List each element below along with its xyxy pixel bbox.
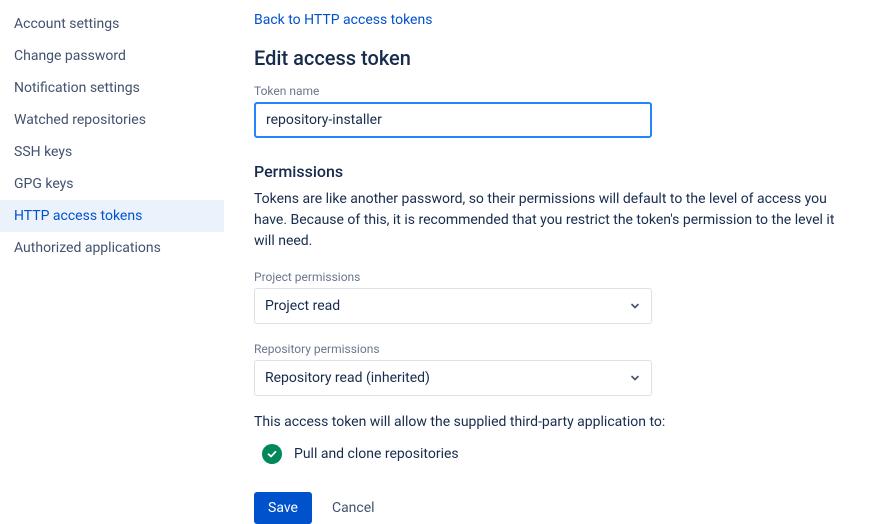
allow-text: This access token will allow the supplie… (254, 414, 874, 430)
sidebar-item-watched-repositories[interactable]: Watched repositories (0, 104, 224, 136)
page-title: Edit access token (254, 46, 874, 70)
sidebar-item-gpg-keys[interactable]: GPG keys (0, 168, 224, 200)
permission-row: Pull and clone repositories (254, 444, 874, 464)
project-permissions-value: Project read (265, 298, 340, 314)
main-content: Back to HTTP access tokens Edit access t… (224, 0, 874, 507)
permissions-description: Tokens are like another password, so the… (254, 189, 854, 252)
check-circle-icon (262, 444, 282, 464)
chevron-down-icon (629, 372, 641, 384)
sidebar-item-authorized-applications[interactable]: Authorized applications (0, 232, 224, 264)
sidebar-item-account-settings[interactable]: Account settings (0, 8, 224, 40)
button-row: Save Cancel (254, 492, 874, 524)
repository-permissions-value: Repository read (inherited) (265, 370, 430, 386)
sidebar-item-change-password[interactable]: Change password (0, 40, 224, 72)
sidebar-item-notification-settings[interactable]: Notification settings (0, 72, 224, 104)
sidebar-item-http-access-tokens[interactable]: HTTP access tokens (0, 200, 224, 232)
sidebar-item-ssh-keys[interactable]: SSH keys (0, 136, 224, 168)
cancel-button[interactable]: Cancel (332, 500, 375, 516)
chevron-down-icon (629, 300, 641, 312)
token-name-input[interactable] (254, 102, 652, 138)
save-button[interactable]: Save (254, 492, 312, 524)
project-permissions-select[interactable]: Project read (254, 288, 652, 324)
repository-permissions-label: Repository permissions (254, 342, 874, 356)
permission-item-text: Pull and clone repositories (294, 446, 459, 462)
back-link[interactable]: Back to HTTP access tokens (254, 12, 432, 28)
sidebar: Account settings Change password Notific… (0, 0, 224, 507)
repository-permissions-select[interactable]: Repository read (inherited) (254, 360, 652, 396)
token-name-label: Token name (254, 84, 874, 98)
project-permissions-label: Project permissions (254, 270, 874, 284)
permissions-heading: Permissions (254, 162, 874, 181)
